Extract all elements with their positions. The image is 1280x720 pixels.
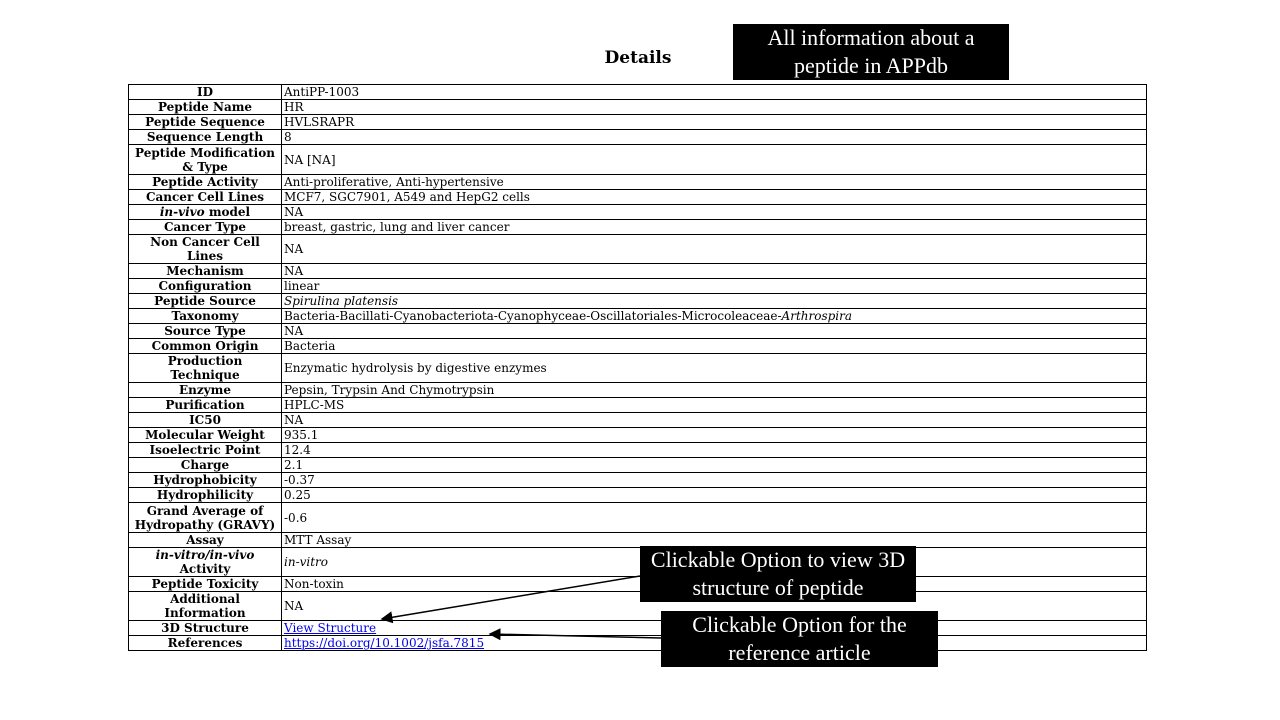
callout-3d-structure: Clickable Option to view 3D structure of… [640,546,916,602]
callout-arrows [380,575,662,641]
arrow-to-reference-link [488,628,662,641]
arrow-to-view-structure [380,575,641,624]
callout-reference-article: Clickable Option for the reference artic… [661,611,938,667]
